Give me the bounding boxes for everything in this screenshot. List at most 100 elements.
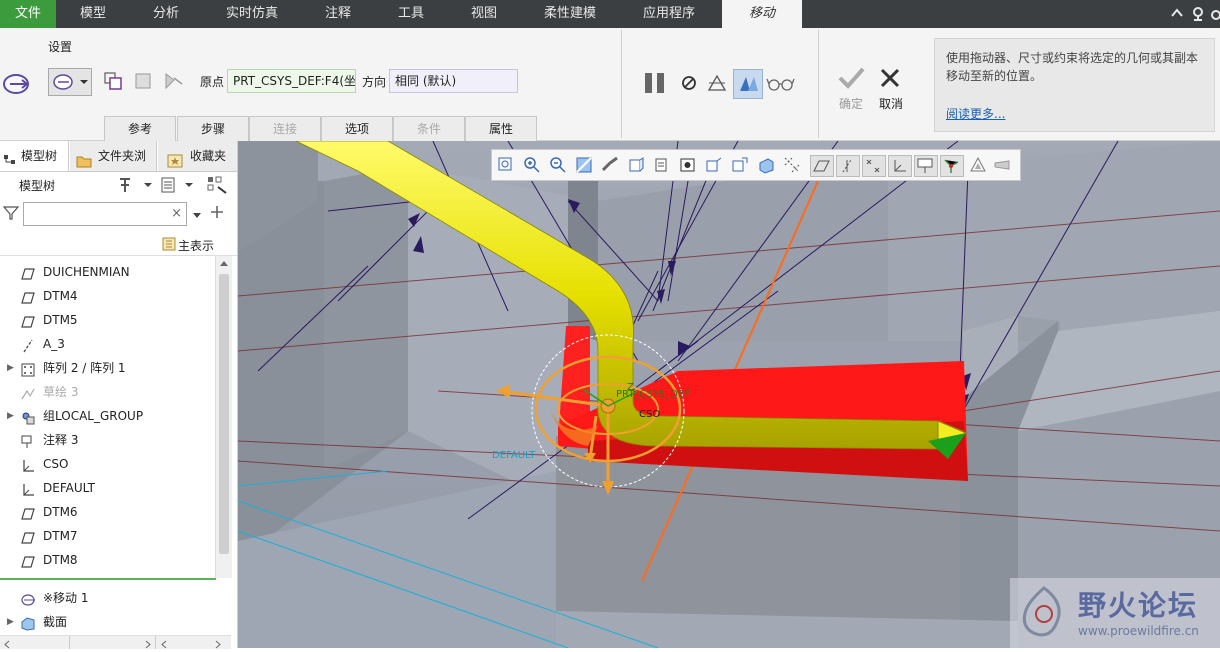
ok-check-icon[interactable] [836, 64, 866, 90]
tree-filter-settings-icon[interactable] [206, 175, 228, 195]
menu-move-active[interactable]: 移动 [722, 0, 802, 28]
datum-plane-icon [21, 265, 35, 280]
tree-search-input[interactable]: × [23, 202, 187, 226]
origin-field[interactable]: PRT_CSYS_DEF:F4(坐标 [227, 69, 356, 93]
clear-search-icon[interactable]: × [171, 206, 182, 221]
direction-field[interactable]: 相同 (默认) [389, 69, 518, 93]
refit-icon[interactable] [496, 155, 516, 175]
tab-properties[interactable]: 属性 [465, 116, 537, 141]
cancel-button-label[interactable]: 取消 [879, 95, 903, 112]
named-views-icon[interactable] [626, 155, 646, 175]
cosmetic-icon[interactable] [968, 155, 988, 175]
datum-plane-icon [21, 553, 35, 568]
spin-center-icon[interactable] [730, 155, 750, 175]
preview-grid-icon[interactable] [705, 72, 729, 94]
tree-item[interactable]: ▶ 截面 [0, 610, 215, 634]
model-scene[interactable] [238, 141, 1220, 648]
menu-flexible-modeling[interactable]: 柔性建模 [520, 0, 620, 28]
tab-references[interactable]: 参考 [104, 116, 176, 141]
menu-tools[interactable]: 工具 [374, 0, 448, 28]
menu-file[interactable]: 文件 [0, 0, 56, 28]
help-icon[interactable] [1210, 5, 1220, 23]
expand-arrow-icon[interactable]: ▶ [7, 610, 14, 634]
graphics-viewport[interactable]: Z PRT_CSYS_DEF CSO DEFAULT 野火论坛 www.proe… [238, 141, 1220, 648]
tree-item[interactable]: ※移动 1 [0, 586, 215, 610]
tab-options[interactable]: 选项 [321, 116, 393, 141]
no-preview-icon[interactable] [680, 74, 698, 92]
tab-favorites[interactable]: 收藏夹 [158, 141, 237, 171]
axis-display-icon[interactable] [836, 155, 860, 177]
tree-item[interactable]: DTM7 [0, 524, 215, 548]
tree-item[interactable]: DTM8 [0, 548, 215, 572]
tree-item[interactable]: 草绘 3 [0, 380, 215, 404]
collapse-ribbon-icon[interactable] [1170, 4, 1184, 24]
perspective-icon[interactable] [678, 155, 698, 175]
scroll-thumb[interactable] [219, 274, 229, 554]
tree-item[interactable]: DEFAULT [0, 476, 215, 500]
copy-geometry-icon[interactable] [102, 70, 124, 92]
direction-flip-icon[interactable] [162, 70, 184, 92]
repaint-icon[interactable] [574, 155, 594, 175]
search-help-icon[interactable] [1190, 5, 1206, 23]
read-more-link[interactable]: 阅读更多... [946, 105, 1005, 122]
add-filter-icon[interactable] [210, 205, 224, 219]
spin-center-display-icon[interactable] [940, 155, 964, 177]
tree-item[interactable]: DUICHENMIAN [0, 260, 215, 284]
menu-realtime-sim[interactable]: 实时仿真 [202, 0, 302, 28]
pause-icon[interactable] [642, 70, 668, 96]
view-normal-icon[interactable] [756, 155, 776, 175]
tree-item[interactable]: 注释 3 [0, 428, 215, 452]
model-tree-panel: 模型树 文件夹浏 收藏夹 模型树 × 主表示 DUICHENMIAN DTM4 DT… [0, 141, 238, 649]
saved-orientations-icon[interactable] [600, 155, 620, 175]
menu-applications[interactable]: 应用程序 [620, 0, 718, 28]
attach-icon[interactable] [132, 70, 154, 92]
tab-folder-browser[interactable]: 文件夹浏 [70, 141, 157, 171]
scroll-left-icon[interactable] [3, 638, 11, 649]
expand-arrow-icon[interactable]: ▶ [7, 356, 14, 380]
point-display-icon[interactable] [862, 155, 886, 177]
tree-scrollbar[interactable] [215, 256, 232, 578]
filter-icon[interactable] [2, 205, 20, 221]
display-style-icon[interactable] [704, 155, 724, 175]
zoom-in-icon[interactable] [522, 155, 542, 175]
scroll-right-icon[interactable] [144, 638, 152, 649]
expand-arrow-icon[interactable]: ▶ [7, 404, 14, 428]
tree-item[interactable]: DTM6 [0, 500, 215, 524]
tree-item[interactable]: DTM5 [0, 308, 215, 332]
glasses-icon[interactable] [766, 73, 796, 93]
cancel-x-icon[interactable] [876, 66, 904, 90]
menu-annotate[interactable]: 注释 [302, 0, 374, 28]
preview-active-icon[interactable] [733, 69, 763, 99]
move-type-dropdown[interactable] [48, 68, 92, 96]
tab-model-tree[interactable]: 模型树 [0, 141, 69, 171]
tab-conditions[interactable]: 条件 [393, 116, 465, 141]
zoom-out-icon[interactable] [548, 155, 568, 175]
tree-item[interactable]: DTM4 [0, 284, 215, 308]
tab-connect[interactable]: 连接 [249, 116, 321, 141]
tree-item[interactable]: ▶ 阵列 2 / 阵列 1 [0, 356, 215, 380]
csys-display-icon[interactable] [888, 155, 912, 177]
annotation-display-icon[interactable] [782, 155, 802, 175]
horizontal-scrollbar[interactable] [0, 635, 231, 649]
main-rep-label[interactable]: 主表示 [178, 237, 214, 254]
view-manager-icon[interactable] [652, 155, 672, 175]
show-menu-icon[interactable] [160, 175, 196, 195]
tree-item-label: DEFAULT [43, 481, 95, 495]
scroll-left-2-icon[interactable] [160, 638, 168, 649]
scroll-right-2-icon[interactable] [214, 638, 222, 649]
tree-item[interactable]: ▶ 组LOCAL_GROUP [0, 404, 215, 428]
tab-steps[interactable]: 步骤 [177, 116, 249, 141]
more-display-icon[interactable] [992, 155, 1012, 175]
menu-view[interactable]: 视图 [448, 0, 520, 28]
tree-item[interactable]: A_3 [0, 332, 215, 356]
plane-display-icon[interactable] [810, 155, 834, 177]
tree-item[interactable]: CSO [0, 452, 215, 476]
menu-analysis[interactable]: 分析 [130, 0, 202, 28]
ok-button-label[interactable]: 确定 [839, 95, 863, 112]
tree-settings-icon[interactable] [116, 175, 152, 195]
menu-model[interactable]: 模型 [56, 0, 130, 28]
filter-dropdown-icon[interactable] [192, 209, 202, 218]
annotation-toggle-icon[interactable] [914, 155, 938, 177]
default-csys-label: DEFAULT [492, 450, 536, 461]
scroll-up-icon[interactable] [218, 258, 230, 270]
